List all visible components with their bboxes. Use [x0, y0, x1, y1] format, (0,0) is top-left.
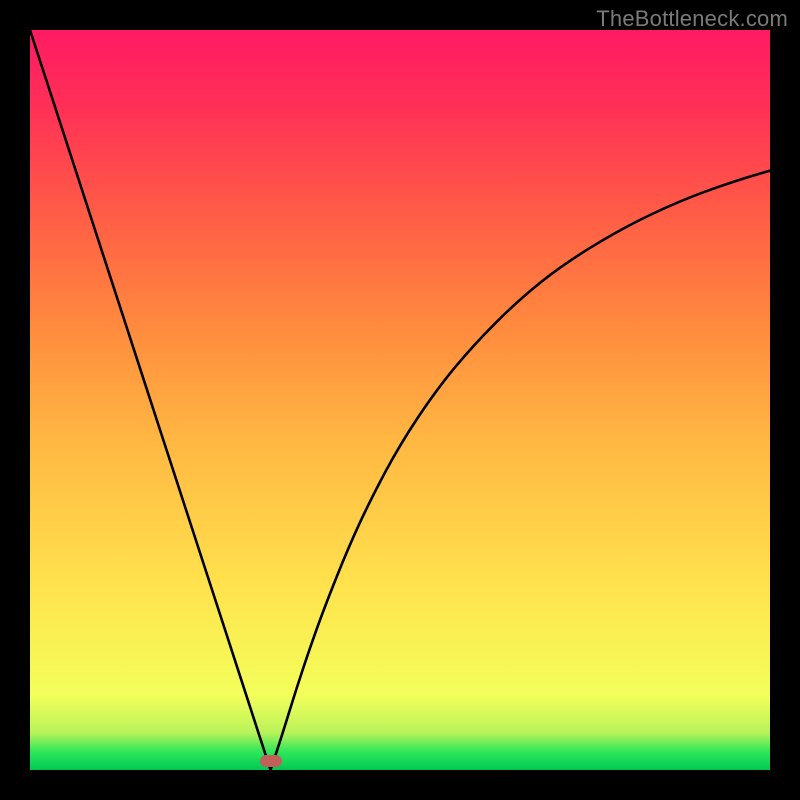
watermark-text: TheBottleneck.com [596, 6, 788, 32]
chart-frame [30, 30, 770, 770]
chart-curve-svg [30, 30, 770, 770]
optimum-marker [260, 755, 282, 767]
bottleneck-curve [30, 30, 770, 770]
